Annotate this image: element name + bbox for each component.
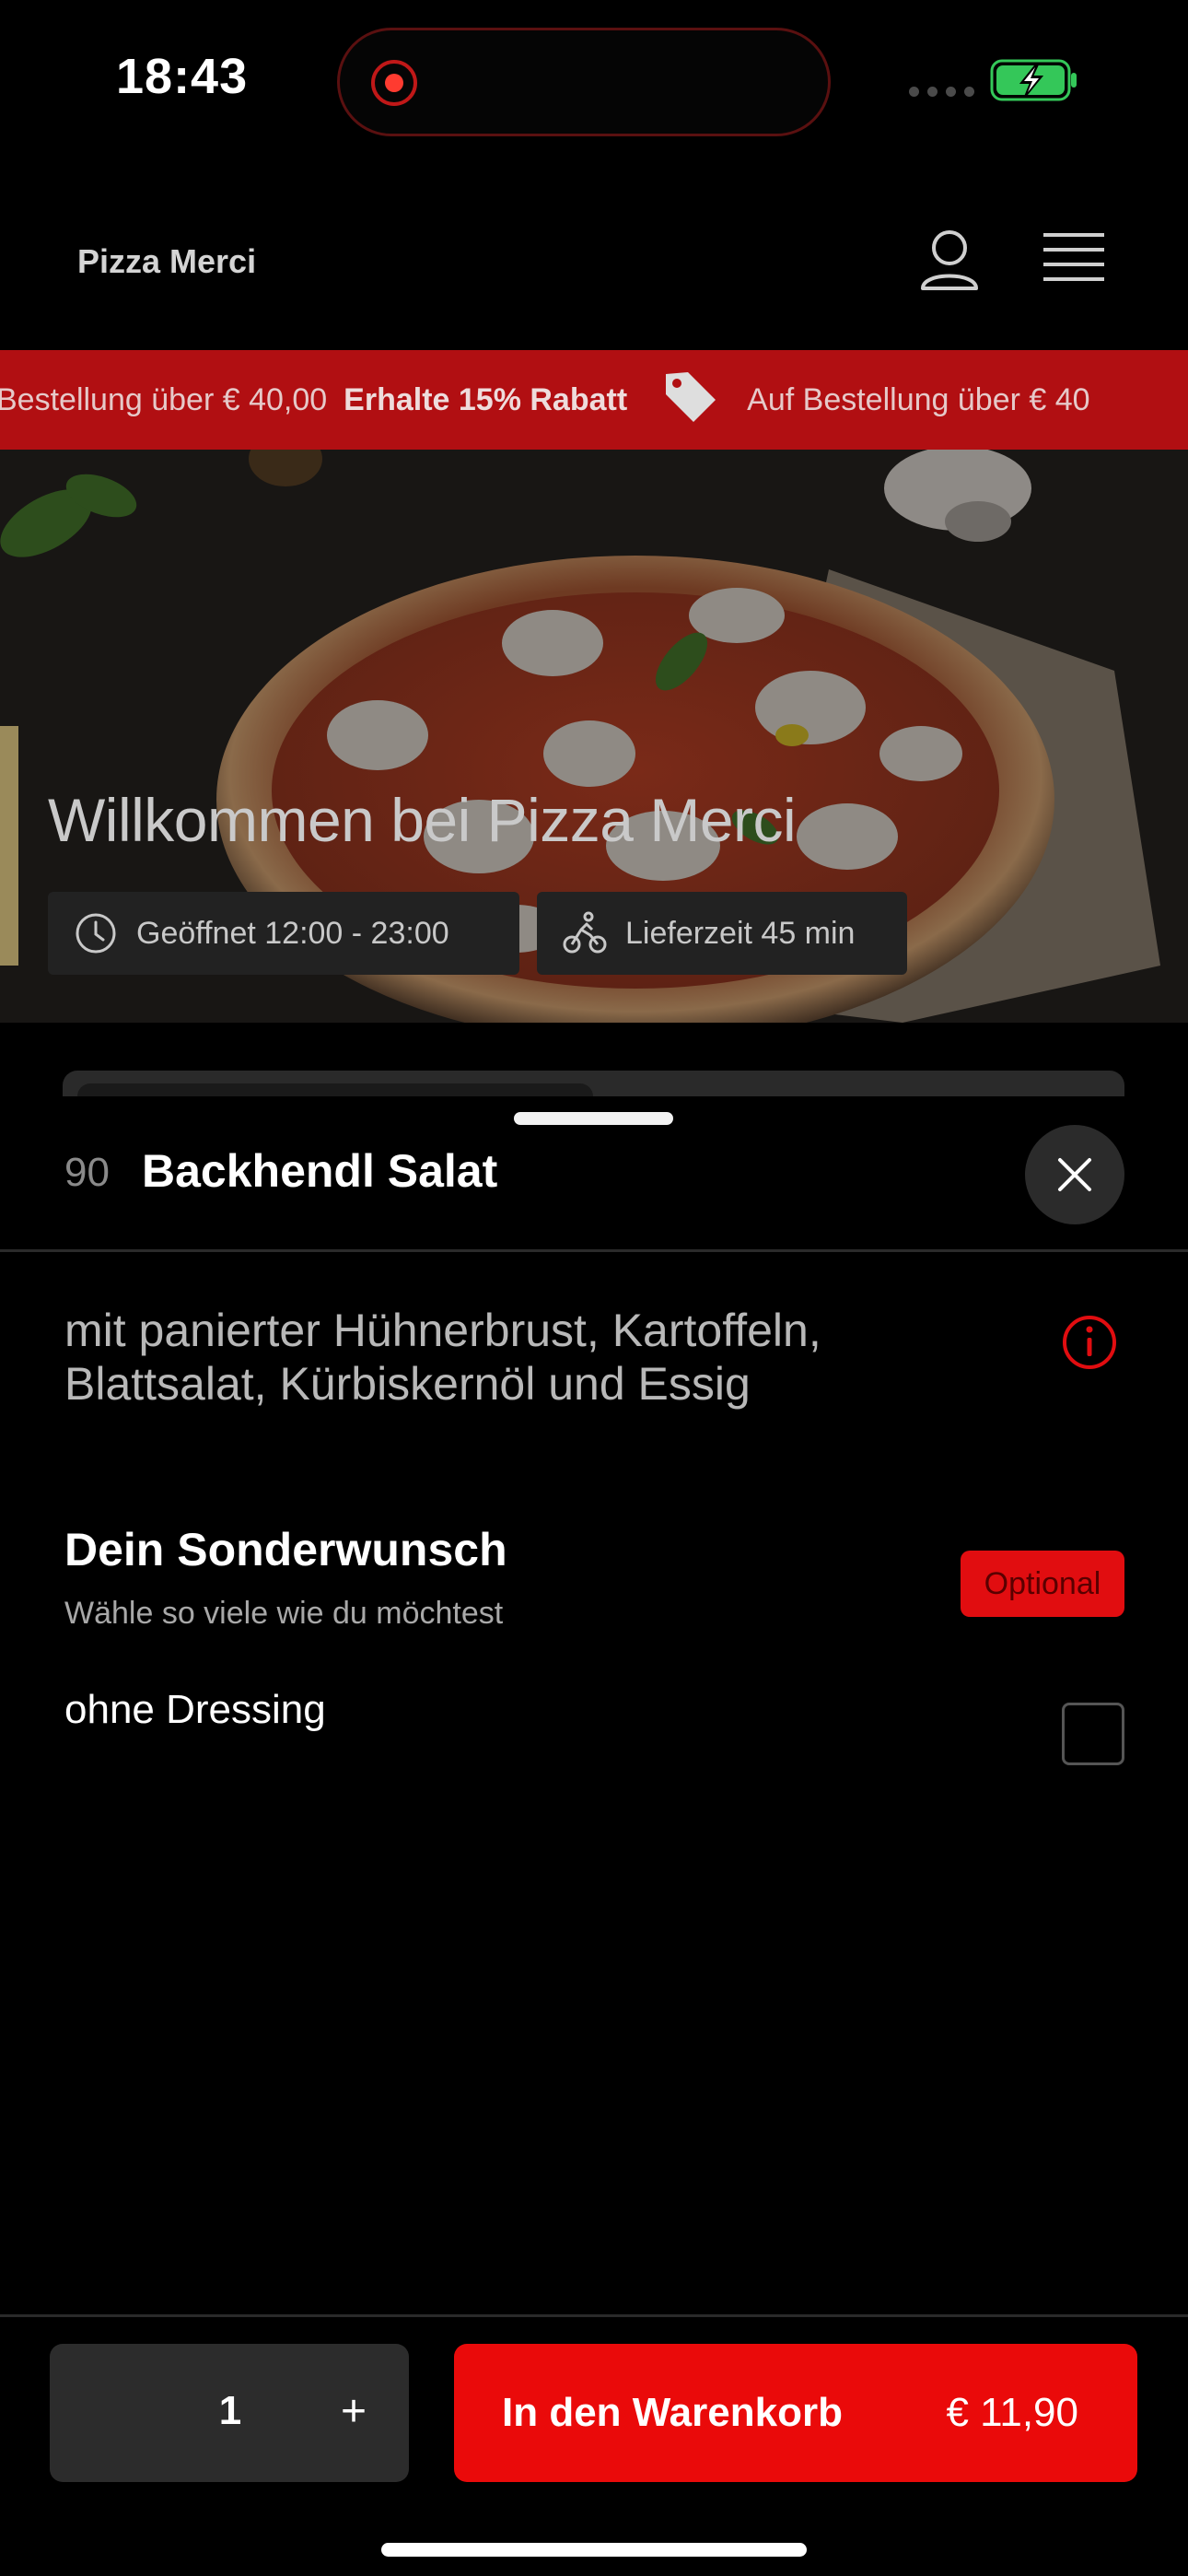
divider (0, 1249, 1188, 1252)
opening-hours-text: Geöffnet 12:00 - 23:00 (136, 915, 449, 951)
item-number: 90 (64, 1150, 110, 1195)
quantity-value: 1 (218, 2388, 242, 2433)
user-icon[interactable] (917, 228, 982, 299)
signal-icon (909, 87, 974, 97)
quantity-plus-button[interactable]: + (326, 2377, 381, 2447)
footer-divider (0, 2314, 1188, 2317)
promo-text: Bestellung über € 40,00 (0, 381, 328, 417)
bicycle-rider-icon (563, 911, 607, 955)
add-to-cart-price: € 11,90 (946, 2390, 1078, 2435)
add-to-cart-label: In den Warenkorb (502, 2390, 843, 2435)
status-bar: 18:43 (0, 0, 1188, 161)
item-name: Backhendl Salat (142, 1145, 498, 1197)
sheet-grabber[interactable] (514, 1112, 673, 1125)
hero-banner: Willkommen bei Pizza Merci Geöffnet 12:0… (0, 450, 1188, 1023)
close-icon (1058, 1158, 1091, 1191)
clock-icon (74, 911, 118, 955)
status-time: 18:43 (116, 49, 249, 104)
brand-name[interactable]: Pizza Merci (77, 242, 256, 281)
delivery-time-chip: Lieferzeit 45 min (537, 892, 907, 975)
recording-icon (371, 60, 417, 106)
quantity-stepper: 1 + (50, 2344, 409, 2482)
promo-banner: Bestellung über € 40,00 Erhalte 15% Raba… (0, 350, 1188, 450)
battery-charging-icon (990, 59, 1078, 106)
option-checkbox[interactable] (1062, 1703, 1124, 1765)
tag-icon (660, 367, 719, 434)
hero-title: Willkommen bei Pizza Merci (48, 786, 797, 854)
option-label[interactable]: ohne Dressing (64, 1687, 326, 1733)
promo-text-repeat: Auf Bestellung über € 40 (747, 381, 1090, 417)
app-header: Pizza Merci (0, 161, 1188, 350)
home-indicator[interactable] (381, 2543, 807, 2557)
opening-hours-chip: Geöffnet 12:00 - 23:00 (48, 892, 519, 975)
add-to-cart-button[interactable]: In den Warenkorb € 11,90 (454, 2344, 1137, 2482)
options-title: Dein Sonderwunsch (64, 1524, 507, 1575)
close-button[interactable] (1025, 1125, 1124, 1224)
options-subtitle: Wähle so viele wie du möchtest (64, 1596, 504, 1631)
promo-highlight: Erhalte 15% Rabatt (344, 381, 628, 417)
info-icon[interactable] (1061, 1314, 1118, 1376)
menu-icon[interactable] (1043, 231, 1104, 291)
optional-badge: Optional (961, 1551, 1124, 1617)
delivery-time-text: Lieferzeit 45 min (625, 915, 856, 951)
dynamic-island (337, 28, 831, 136)
item-description: mit panierter Hühnerbrust, Kartoffeln, B… (64, 1305, 821, 1410)
